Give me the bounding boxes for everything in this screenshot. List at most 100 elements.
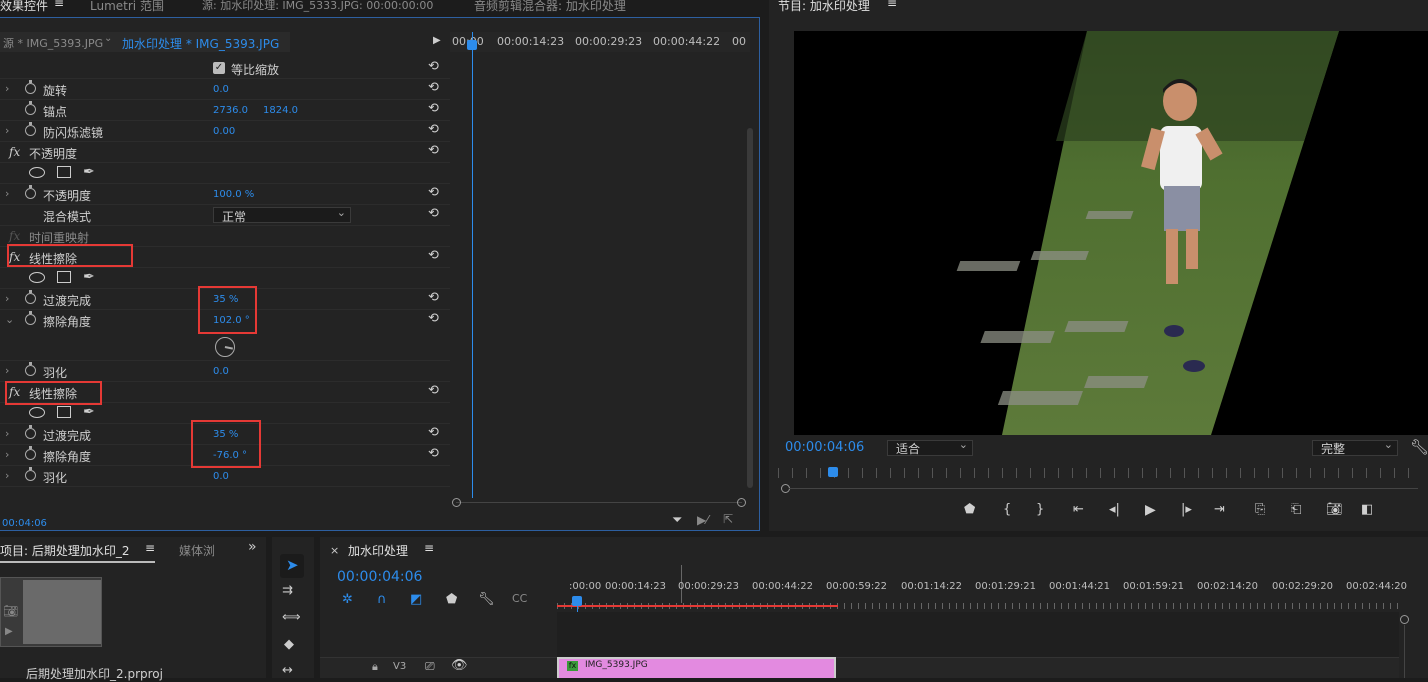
antiflicker-value[interactable]: 0.00	[213, 126, 235, 137]
reset-icon[interactable]: ⟲	[428, 290, 439, 305]
chevron-right-icon[interactable]: ›	[5, 427, 9, 440]
step-forward-icon[interactable]: |▸	[1181, 502, 1192, 517]
wipe1-feather-value[interactable]: 0.0	[213, 366, 229, 377]
source-clip-tab[interactable]: 源 * IMG_5393.JPG	[3, 35, 103, 51]
reset-icon[interactable]: ⟲	[428, 425, 439, 440]
chevron-right-icon[interactable]: ›	[5, 469, 9, 482]
reset-icon[interactable]: ⟲	[428, 311, 439, 326]
ec-timecode[interactable]: 00:04:06	[2, 518, 47, 529]
reset-icon[interactable]: ⟲	[428, 206, 439, 221]
reset-icon[interactable]: ⟲	[428, 248, 439, 263]
export-icon[interactable]: ⇱	[723, 512, 733, 526]
fx-icon[interactable]: fx	[9, 145, 20, 159]
track-select-icon[interactable]: ⇉	[282, 583, 293, 598]
stopwatch-icon[interactable]	[25, 362, 36, 376]
stopwatch-icon[interactable]	[25, 185, 36, 199]
slip-icon[interactable]: ↔	[282, 663, 293, 678]
go-to-in-icon[interactable]: ⇤	[1073, 502, 1084, 517]
reset-icon[interactable]: ⟲	[428, 59, 439, 74]
add-marker-icon[interactable]: ⬟	[446, 592, 457, 607]
media-browser-tab[interactable]: 媒体浏	[179, 542, 215, 559]
extract-icon[interactable]: ⎗	[1291, 502, 1301, 517]
opacity-value[interactable]: 100.0 %	[213, 189, 254, 200]
lift-icon[interactable]: ⎘	[1255, 502, 1265, 517]
mark-out-icon[interactable]: }	[1036, 502, 1044, 517]
menu-icon[interactable]: ≡	[887, 0, 897, 10]
horizontal-scrollbar[interactable]	[452, 498, 746, 510]
anchor-y-value[interactable]: 1824.0	[263, 105, 298, 116]
lock-icon[interactable]: 🔒︎	[372, 660, 378, 674]
stopwatch-icon[interactable]	[25, 446, 36, 460]
playhead-line[interactable]	[472, 32, 473, 498]
reset-icon[interactable]: ⟲	[428, 122, 439, 137]
tab-source[interactable]: 源: 加水印处理: IMG_5333.JPG: 00:00:00:00	[202, 0, 433, 13]
anchor-x-value[interactable]: 2736.0	[213, 105, 248, 116]
rectangle-mask-icon[interactable]	[57, 271, 71, 283]
stopwatch-icon[interactable]	[25, 80, 36, 94]
project-title[interactable]: 项目: 后期处理加水印_2	[0, 542, 130, 559]
video-frame[interactable]	[794, 31, 1428, 435]
add-marker-icon[interactable]: ⬟	[964, 502, 975, 517]
chevron-down-icon[interactable]: ⌄	[5, 313, 14, 326]
chevron-right-icon[interactable]: ›	[5, 124, 9, 137]
pen-mask-icon[interactable]: ✒	[83, 164, 95, 180]
playhead-handle[interactable]	[467, 40, 477, 50]
razor-icon[interactable]: ◆	[284, 637, 294, 652]
chevron-right-icon[interactable]: ›	[5, 448, 9, 461]
chevron-right-icon[interactable]: ›	[5, 364, 9, 377]
project-file-name[interactable]: 后期处理加水印_2.prproj	[26, 665, 163, 682]
pen-mask-icon[interactable]: ✒	[83, 404, 95, 420]
opacity-section-title[interactable]: 不透明度	[29, 145, 77, 162]
camera-icon[interactable]: 📷︎	[1326, 502, 1343, 517]
close-icon[interactable]: ×	[330, 544, 339, 557]
video-clip[interactable]: fx IMG_5393.JPG	[557, 657, 836, 678]
rectangle-mask-icon[interactable]	[57, 166, 71, 178]
stopwatch-icon[interactable]	[25, 467, 36, 481]
reset-icon[interactable]: ⟲	[428, 143, 439, 158]
step-back-icon[interactable]: ◂|	[1109, 502, 1120, 517]
selection-tool[interactable]: ➤	[280, 554, 304, 578]
reset-icon[interactable]: ⟲	[428, 446, 439, 461]
rectangle-mask-icon[interactable]	[57, 406, 71, 418]
chevron-right-icon[interactable]: ›	[5, 292, 9, 305]
track-name[interactable]: V3	[393, 661, 406, 672]
stopwatch-icon[interactable]	[25, 122, 36, 136]
menu-icon[interactable]: ≡	[424, 541, 434, 555]
angle-dial[interactable]	[215, 337, 235, 357]
eye-icon[interactable]: 👁︎	[451, 658, 468, 673]
ripple-edit-icon[interactable]: ⟺	[282, 610, 301, 625]
tab-effect-controls[interactable]: 效果控件	[0, 0, 48, 14]
filter-icon[interactable]: ⏷	[672, 513, 682, 528]
reset-icon[interactable]: ⟲	[428, 185, 439, 200]
timeline-title[interactable]: 加水印处理	[348, 542, 408, 559]
program-playhead[interactable]	[828, 467, 838, 477]
snap-icon[interactable]: ✲	[342, 592, 353, 607]
magnet-icon[interactable]: ∩	[377, 592, 387, 607]
blend-mode-select[interactable]: 正常 ⌄	[213, 206, 351, 224]
uniform-scale-checkbox[interactable]: ✓	[213, 62, 225, 74]
wrench-icon[interactable]: 🔧︎	[478, 592, 495, 607]
timeline-timecode[interactable]: 00:00:04:06	[337, 569, 422, 585]
chevron-down-icon[interactable]: ⌄	[104, 33, 112, 44]
wipe2-feather-value[interactable]: 0.0	[213, 471, 229, 482]
mark-in-icon[interactable]: {	[1003, 502, 1011, 517]
vertical-scrollbar[interactable]	[747, 128, 753, 488]
chevron-right-icon[interactable]: ›	[5, 82, 9, 95]
sequence-clip-tab[interactable]: 加水印处理 * IMG_5393.JPG	[122, 35, 279, 52]
wrench-icon[interactable]: 🔧︎	[1410, 438, 1428, 456]
quality-select[interactable]: 完整 ⌄	[1312, 438, 1398, 456]
sync-lock-icon[interactable]: ⎚	[425, 659, 435, 674]
fit-select[interactable]: 适合 ⌄	[887, 438, 973, 456]
stopwatch-icon[interactable]	[25, 290, 36, 304]
work-area-bar[interactable]	[557, 605, 838, 607]
play-triangle-icon[interactable]: ▶	[433, 35, 441, 46]
stopwatch-icon[interactable]	[25, 101, 36, 115]
reset-icon[interactable]: ⟲	[428, 80, 439, 95]
compare-icon[interactable]: ◧	[1361, 502, 1373, 517]
program-title[interactable]: 节目: 加水印处理	[778, 0, 870, 14]
program-scrubber[interactable]	[778, 468, 1418, 478]
go-to-out-icon[interactable]: ⇥	[1214, 502, 1225, 517]
ellipse-mask-icon[interactable]	[29, 272, 45, 283]
captions-icon[interactable]: CC	[512, 592, 527, 605]
ellipse-mask-icon[interactable]	[29, 167, 45, 178]
